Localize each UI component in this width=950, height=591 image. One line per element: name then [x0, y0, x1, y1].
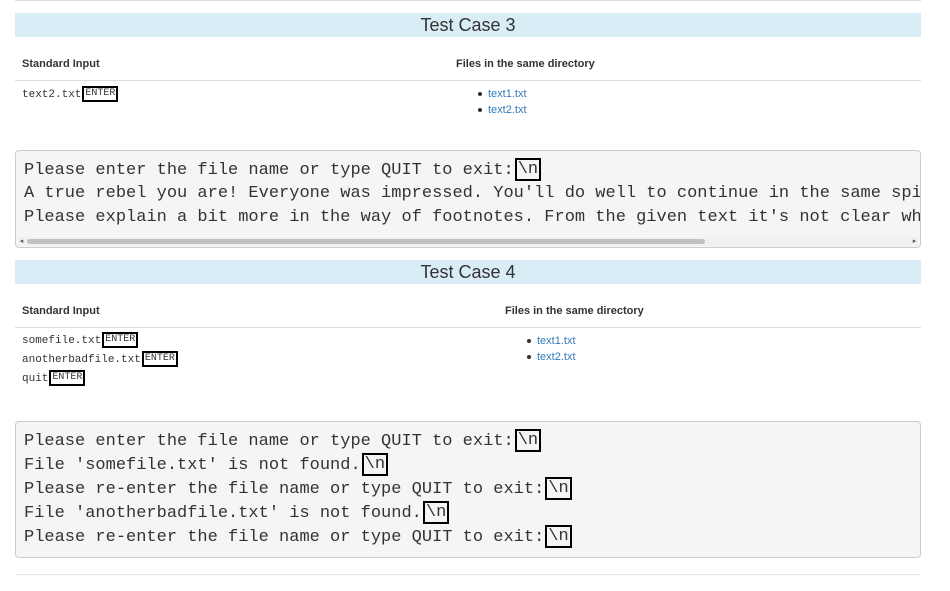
input-text: anotherbadfile.txt	[22, 354, 141, 366]
output-text: Please enter the file name or type QUIT …	[24, 431, 514, 451]
output-text: File 'anotherbadfile.txt' is not found.	[24, 503, 422, 523]
output-line: File 'somefile.txt' is not found. \n	[24, 453, 389, 477]
io-table-header-row: Standard Input Files in the same directo…	[15, 295, 921, 328]
files-header: Files in the same directory	[456, 58, 595, 70]
newline-badge: \n	[545, 477, 572, 500]
input-text: text2.txt	[22, 89, 82, 101]
horizontal-scrollbar[interactable]: ◂ ▸	[17, 237, 919, 246]
file-list-item: text2.txt	[478, 102, 527, 118]
io-table-header-row: Standard Input Files in the same directo…	[15, 48, 921, 81]
file-link-text2[interactable]: text2.txt	[488, 104, 527, 116]
file-list-item: text2.txt	[527, 349, 576, 365]
output-text: Please enter the file name or type QUIT …	[24, 160, 514, 180]
output-line: File 'anotherbadfile.txt' is not found. \…	[24, 501, 450, 525]
test-case-3-io-table: Standard Input Files in the same directo…	[15, 48, 921, 128]
files-header: Files in the same directory	[505, 305, 644, 317]
input-line: somefile.txt ENTER	[22, 332, 139, 351]
test-case-4-output[interactable]: Please enter the file name or type QUIT …	[15, 421, 921, 558]
output-text: Please re-enter the file name or type QU…	[24, 479, 545, 499]
output-line: Please enter the file name or type QUIT …	[24, 158, 542, 182]
output-text: File 'somefile.txt' is not found.	[24, 455, 361, 475]
output-text: Please explain a bit more in the way of …	[24, 208, 921, 227]
standard-input-header: Standard Input	[22, 58, 100, 70]
newline-badge: \n	[514, 429, 542, 452]
files-list: text1.txt text2.txt	[527, 333, 576, 365]
enter-key-badge: ENTER	[102, 332, 139, 349]
file-link-text2[interactable]: text2.txt	[537, 351, 576, 363]
input-text: quit	[22, 373, 49, 385]
input-text: somefile.txt	[22, 335, 102, 347]
bottom-divider	[15, 574, 921, 575]
output-text: A true rebel you are! Everyone was impre…	[24, 184, 921, 203]
enter-key-badge: ENTER	[141, 351, 178, 368]
output-line: Please re-enter the file name or type QU…	[24, 525, 572, 549]
file-list-item: text1.txt	[478, 86, 527, 102]
enter-key-badge: ENTER	[82, 86, 119, 103]
input-line: quit ENTER	[22, 370, 86, 389]
newline-badge: \n	[514, 158, 542, 181]
file-link-text1[interactable]: text1.txt	[537, 335, 576, 347]
input-line: anotherbadfile.txt ENTER	[22, 351, 178, 370]
output-line: Please re-enter the file name or type QU…	[24, 477, 572, 501]
test-case-3-output[interactable]: Please enter the file name or type QUIT …	[15, 150, 921, 248]
enter-key-badge: ENTER	[49, 370, 86, 387]
test-case-4-header: Test Case 4	[15, 260, 921, 284]
scroll-right-icon[interactable]: ▸	[910, 237, 919, 246]
newline-badge: \n	[545, 525, 572, 548]
standard-input-header: Standard Input	[22, 305, 100, 317]
files-list: text1.txt text2.txt	[478, 86, 527, 118]
test-case-4-io-table: Standard Input Files in the same directo…	[15, 295, 921, 395]
newline-badge: \n	[422, 501, 450, 524]
test-case-3-header: Test Case 3	[15, 13, 921, 37]
scrollbar-thumb[interactable]	[27, 239, 705, 244]
input-line: text2.txt ENTER	[22, 86, 119, 105]
scroll-left-icon[interactable]: ◂	[17, 237, 26, 246]
file-link-text1[interactable]: text1.txt	[488, 88, 527, 100]
output-text: Please re-enter the file name or type QU…	[24, 527, 545, 547]
output-line: A true rebel you are! Everyone was impre…	[24, 182, 921, 206]
file-list-item: text1.txt	[527, 333, 576, 349]
output-line: Please enter the file name or type QUIT …	[24, 429, 542, 453]
output-line: Please explain a bit more in the way of …	[24, 206, 921, 230]
top-divider	[15, 0, 921, 1]
newline-badge: \n	[361, 453, 389, 476]
